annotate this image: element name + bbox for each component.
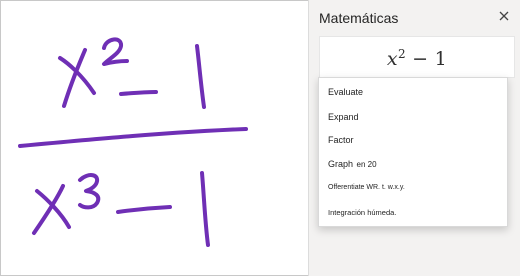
ink-fraction-bar [18, 127, 248, 148]
menu-item-graph-suffix: en 20 [356, 160, 377, 169]
ink-numerator-x [58, 56, 96, 95]
ink-numerator-minus [119, 90, 158, 96]
ink-denominator-exponent [78, 173, 101, 210]
equation-expression: x2−1 [320, 47, 514, 70]
action-dropdown-menu: Evaluate Expand Factor Graph en 20 Offer… [318, 77, 508, 227]
ink-canvas[interactable] [0, 0, 308, 276]
close-button[interactable] [497, 9, 511, 23]
menu-item-graph-label: Graph [328, 159, 354, 169]
menu-item-graph[interactable]: Graph en 20 [328, 159, 377, 169]
close-icon [499, 11, 509, 21]
handwritten-fraction [18, 37, 248, 247]
ink-numerator-exponent [102, 37, 129, 66]
pane-title: Matemáticas [319, 10, 399, 26]
expr-constant: 1 [434, 48, 448, 70]
equation-preview: x2−1 [319, 36, 515, 78]
menu-item-evaluate[interactable]: Evaluate [328, 87, 363, 97]
menu-item-factor[interactable]: Factor [328, 135, 354, 145]
expr-base: x [386, 48, 399, 70]
menu-item-integrate[interactable]: Integración húmeda. [328, 208, 396, 217]
expr-operator: − [412, 48, 429, 70]
menu-item-expand[interactable]: Expand [328, 112, 359, 122]
ink-denominator-one [200, 171, 210, 247]
expr-exponent: 2 [398, 47, 407, 61]
menu-item-differentiate[interactable]: Offerentiate WR. t. w.x.y. [328, 184, 405, 191]
ink-numerator-one [195, 44, 206, 109]
ink-denominator-minus [116, 205, 172, 214]
